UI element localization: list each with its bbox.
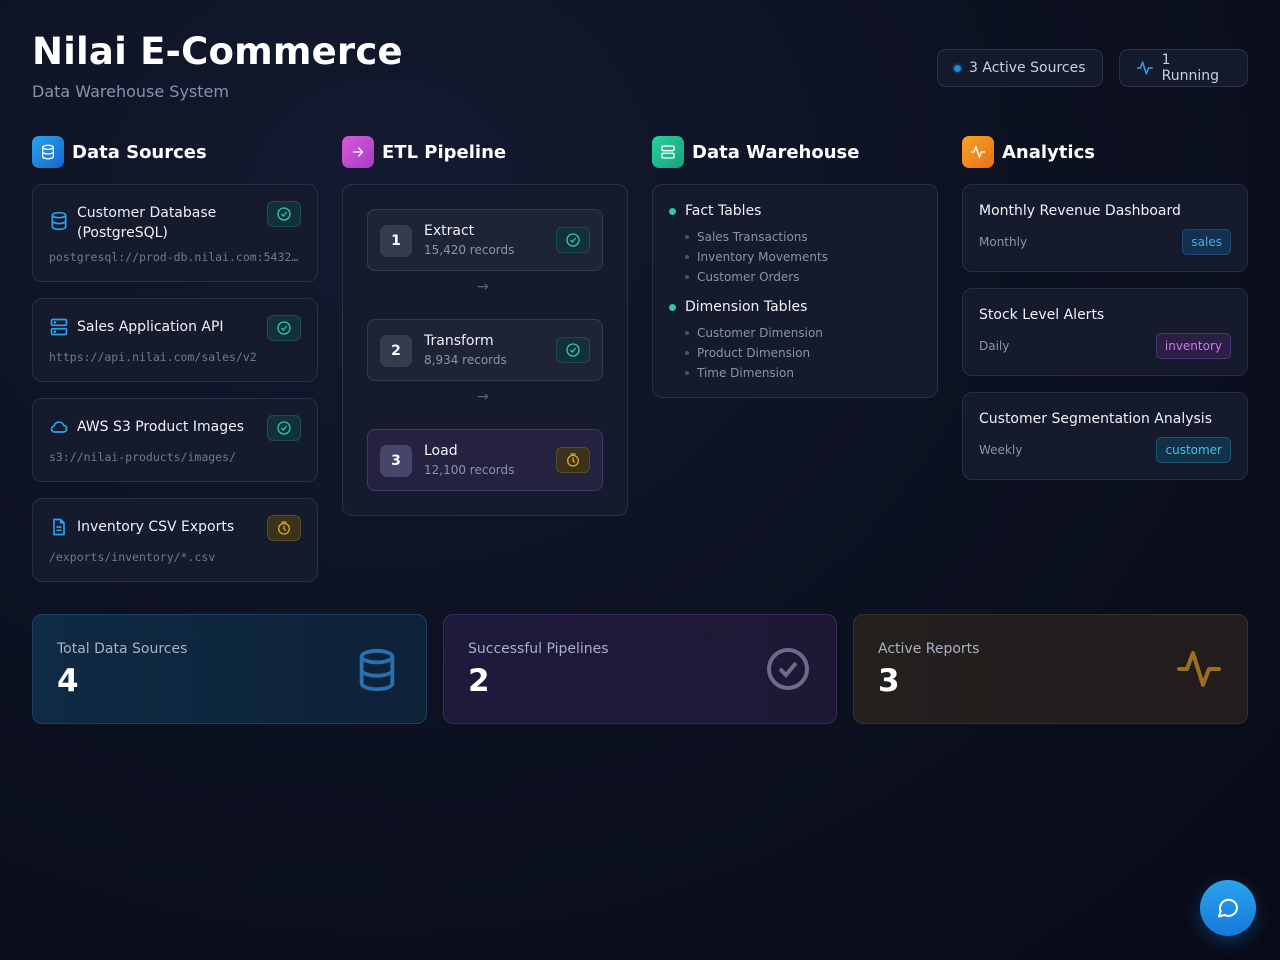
source-url: /exports/inventory/*.csv: [49, 550, 216, 564]
database-icon: [32, 136, 64, 168]
check-circle-icon: [556, 227, 590, 253]
active-sources-label: 3 Active Sources: [969, 60, 1086, 76]
source-card-customer-db[interactable]: Customer Database (PostgreSQL) postgresq…: [32, 184, 318, 282]
etl-step-transform[interactable]: 2 Transform 8,934 records: [367, 319, 603, 381]
etl-step-load[interactable]: 3 Load 12,100 records: [367, 429, 603, 491]
analytics-header: Analytics: [962, 136, 1095, 168]
dimension-table-item[interactable]: Time Dimension: [685, 366, 794, 380]
stat-value: 2: [468, 663, 490, 699]
stat-successful-pipelines: Successful Pipelines 2: [443, 614, 837, 724]
etl-step-extract[interactable]: 1 Extract 15,420 records: [367, 209, 603, 271]
server-icon: [50, 318, 68, 336]
check-circle-icon: [767, 648, 809, 690]
chat-button[interactable]: [1200, 880, 1256, 936]
source-name: Customer Database (PostgreSQL): [77, 205, 217, 241]
fact-tables-group[interactable]: Fact Tables: [669, 203, 761, 219]
database-icon: [51, 211, 67, 231]
tag-inventory: inventory: [1155, 333, 1231, 359]
check-circle-icon: [267, 315, 301, 341]
step-records: 12,100 records: [424, 463, 515, 477]
fact-table-item[interactable]: Customer Orders: [685, 270, 799, 284]
check-circle-icon: [556, 337, 590, 363]
arrow-right-icon: [342, 136, 374, 168]
source-card-sales-api[interactable]: Sales Application API https://api.nilai.…: [32, 298, 318, 382]
active-sources-badge[interactable]: 3 Active Sources: [937, 49, 1103, 87]
clock-icon: [556, 447, 590, 473]
step-name: Load: [424, 443, 458, 459]
dimension-tables-title: Dimension Tables: [685, 299, 808, 315]
check-circle-icon: [267, 201, 301, 227]
report-frequency: Monthly: [979, 235, 1028, 249]
clock-icon: [267, 515, 301, 541]
data-sources-header: Data Sources: [32, 136, 207, 168]
source-name: Sales Application API: [77, 319, 224, 335]
report-card-revenue[interactable]: Monthly Revenue Dashboard Monthly sales: [962, 184, 1248, 272]
flow-arrow-icon: →: [477, 279, 489, 295]
source-card-inventory-csv[interactable]: Inventory CSV Exports /exports/inventory…: [32, 498, 318, 582]
check-circle-icon: [267, 415, 301, 441]
fact-table-item[interactable]: Inventory Movements: [685, 250, 828, 264]
source-name: Inventory CSV Exports: [77, 519, 235, 535]
dimension-table-item[interactable]: Product Dimension: [685, 346, 810, 360]
step-records: 8,934 records: [424, 353, 507, 367]
report-card-segmentation[interactable]: Customer Segmentation Analysis Weekly cu…: [962, 392, 1248, 480]
page-subtitle: Data Warehouse System: [32, 82, 229, 101]
fact-tables-title: Fact Tables: [685, 203, 762, 219]
page-title: Nilai E-Commerce: [32, 30, 403, 73]
tag-customer: customer: [1156, 437, 1231, 463]
stat-active-reports: Active Reports 3: [853, 614, 1248, 724]
message-circle-icon: [1218, 898, 1238, 918]
step-number: 1: [380, 225, 412, 257]
activity-icon: [1177, 651, 1221, 687]
step-records: 15,420 records: [424, 243, 515, 257]
source-card-s3-images[interactable]: AWS S3 Product Images s3://nilai-product…: [32, 398, 318, 482]
report-title: Customer Segmentation Analysis: [979, 411, 1212, 427]
stat-value: 4: [57, 663, 79, 699]
etl-pipeline-header: ETL Pipeline: [342, 136, 506, 168]
database-icon: [359, 648, 395, 692]
data-warehouse-panel: Fact Tables Sales Transactions Inventory…: [652, 184, 938, 398]
dimension-table-item[interactable]: Customer Dimension: [685, 326, 823, 340]
server-icon: [652, 136, 684, 168]
flow-arrow-icon: →: [477, 389, 489, 405]
step-number: 3: [380, 445, 412, 477]
stat-label: Active Reports: [878, 641, 980, 657]
running-label: 1 Running: [1161, 52, 1220, 84]
stat-label: Successful Pipelines: [468, 641, 609, 657]
running-badge[interactable]: 1 Running: [1119, 49, 1248, 87]
report-frequency: Weekly: [979, 443, 1023, 457]
stat-value: 3: [878, 663, 900, 699]
analytics-title: Analytics: [1002, 141, 1095, 163]
etl-pipeline-panel: 1 Extract 15,420 records → 2 Transform 8…: [342, 184, 628, 516]
data-warehouse-header: Data Warehouse: [652, 136, 859, 168]
step-name: Extract: [424, 223, 475, 239]
step-name: Transform: [424, 333, 494, 349]
source-name: AWS S3 Product Images: [77, 419, 244, 435]
activity-icon: [962, 136, 994, 168]
source-url: postgresql://prod-db.nilai.com:5432/cust…: [49, 250, 301, 264]
report-frequency: Daily: [979, 339, 1010, 353]
report-title: Monthly Revenue Dashboard: [979, 203, 1181, 219]
file-text-icon: [53, 518, 65, 536]
status-dot-icon: [669, 303, 676, 311]
stat-label: Total Data Sources: [57, 641, 188, 657]
source-url: s3://nilai-products/images/: [49, 450, 236, 464]
status-dot-icon: [669, 207, 676, 215]
status-dot-icon: [954, 64, 961, 72]
tag-sales: sales: [1182, 229, 1231, 255]
data-warehouse-title: Data Warehouse: [692, 141, 860, 163]
data-sources-title: Data Sources: [72, 141, 207, 163]
dimension-tables-group[interactable]: Dimension Tables: [669, 299, 807, 315]
cloud-icon: [50, 421, 68, 433]
report-card-stock[interactable]: Stock Level Alerts Daily inventory: [962, 288, 1248, 376]
source-url: https://api.nilai.com/sales/v2: [49, 350, 257, 364]
fact-table-item[interactable]: Sales Transactions: [685, 230, 808, 244]
step-number: 2: [380, 335, 412, 367]
stat-total-sources: Total Data Sources 4: [32, 614, 427, 724]
etl-pipeline-title: ETL Pipeline: [382, 141, 507, 163]
activity-icon: [1136, 61, 1153, 75]
report-title: Stock Level Alerts: [979, 307, 1105, 323]
